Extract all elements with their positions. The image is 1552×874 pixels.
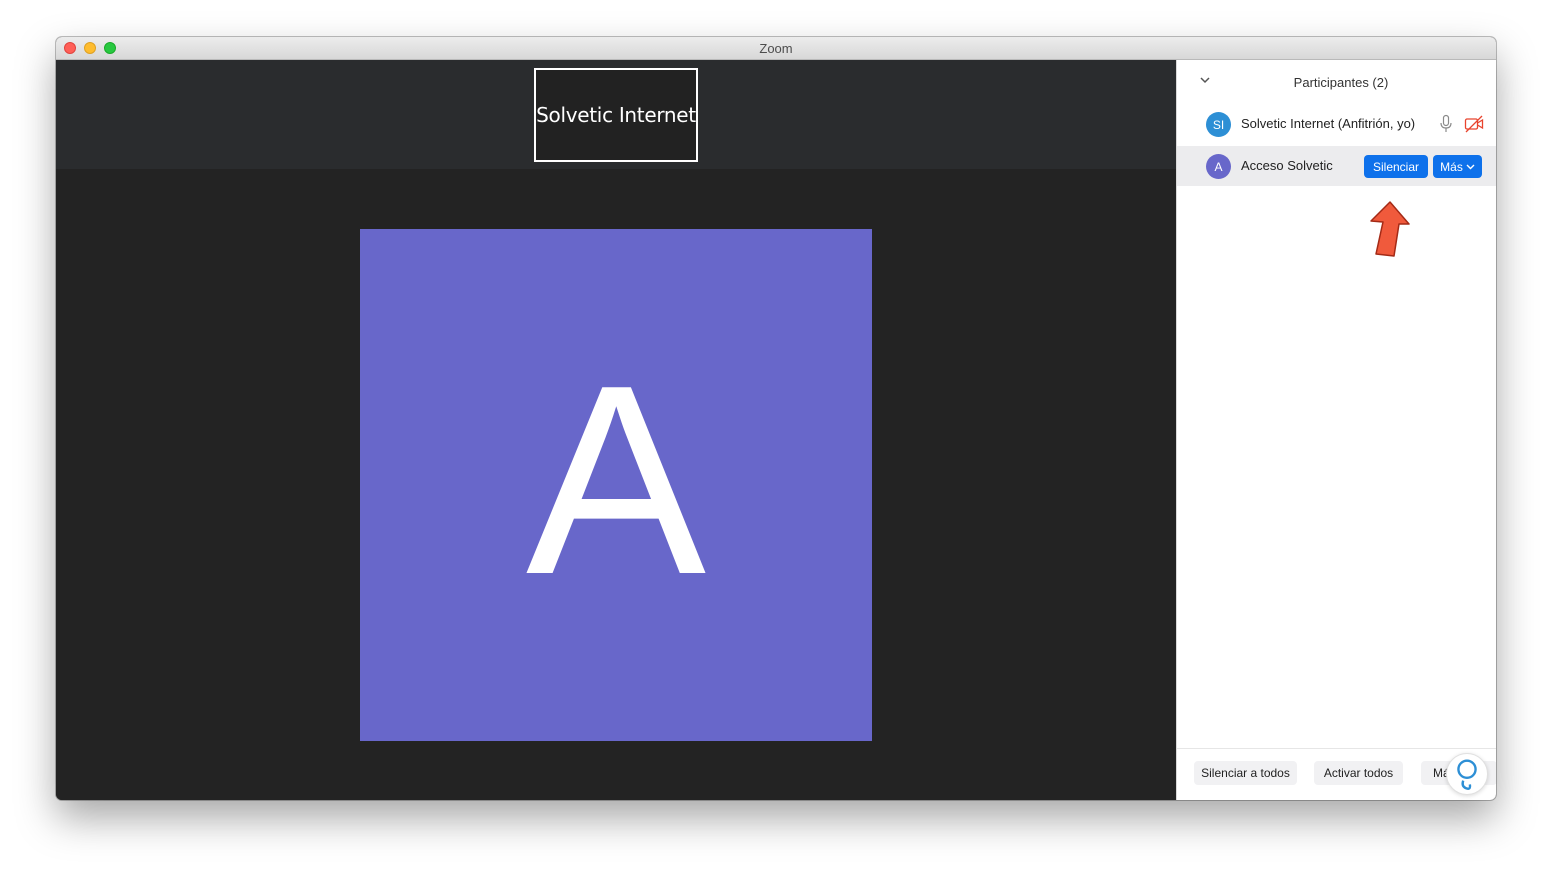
chevron-down-icon — [1466, 164, 1475, 170]
participants-title: Participantes (2) — [1293, 75, 1389, 90]
microphone-icon[interactable] — [1439, 114, 1453, 134]
active-speaker-thumbnail[interactable]: Solvetic Internet — [534, 68, 698, 162]
unmute-all-button[interactable]: Activar todos — [1314, 761, 1403, 785]
participants-panel: Participantes (2) SI Solvetic Internet (… — [1176, 60, 1496, 800]
participant-row[interactable]: SI Solvetic Internet (Anfitrión, yo) — [1177, 104, 1496, 144]
avatar: SI — [1206, 112, 1231, 137]
watermark-logo-icon — [1446, 753, 1488, 795]
thumbnail-strip: Solvetic Internet — [56, 60, 1176, 169]
title-bar: Zoom — [56, 37, 1496, 60]
red-arrow-icon — [1370, 201, 1410, 257]
mute-participant-button[interactable]: Silenciar — [1364, 155, 1428, 178]
more-options-button[interactable]: Más — [1433, 155, 1482, 178]
window-title: Zoom — [759, 41, 793, 56]
more-options-label: Más — [1440, 159, 1463, 174]
participant-name: Solvetic Internet (Anfitrión, yo) — [1241, 116, 1416, 131]
zoom-window: Zoom Solvetic Internet A Participantes (… — [56, 37, 1496, 800]
video-area: Solvetic Internet A — [56, 60, 1176, 800]
mute-all-button[interactable]: Silenciar a todos — [1194, 761, 1297, 785]
video-off-icon[interactable] — [1464, 115, 1484, 133]
participant-name: Acceso Solvetic — [1241, 158, 1333, 173]
main-video-initial: A — [525, 330, 707, 631]
participant-row[interactable]: A Acceso Solvetic Silenciar Más — [1177, 146, 1496, 186]
thumbnail-name: Solvetic Internet — [536, 103, 696, 127]
avatar: A — [1206, 154, 1231, 179]
participants-header: Participantes (2) — [1177, 60, 1496, 104]
main-video-tile[interactable]: A — [360, 229, 872, 741]
